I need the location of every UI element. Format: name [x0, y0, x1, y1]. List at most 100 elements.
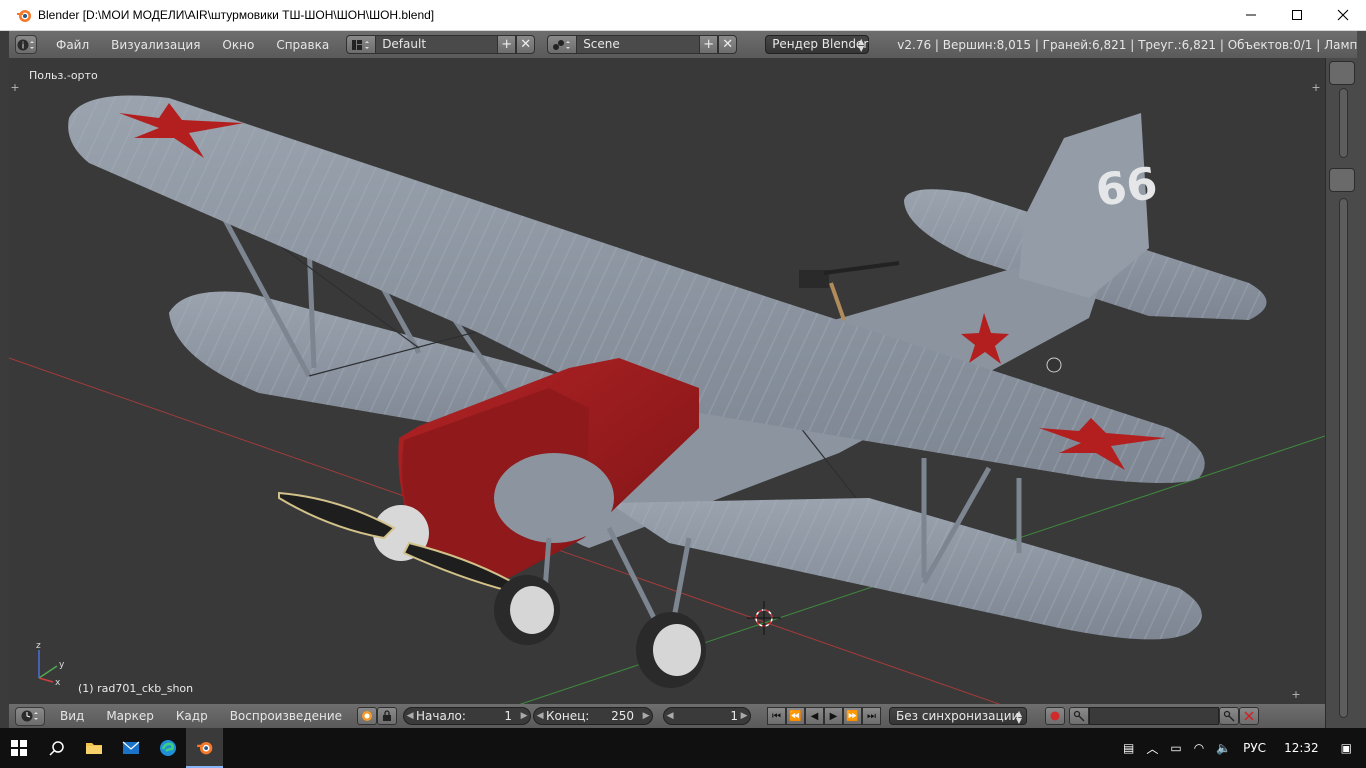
increment-arrow-icon[interactable]: ▶ [738, 711, 750, 721]
editor-type-button[interactable]: i [15, 35, 37, 54]
mail-button[interactable] [112, 728, 149, 768]
svg-text:z: z [36, 641, 41, 651]
area-split-icon[interactable]: + [1291, 689, 1301, 700]
maximize-button[interactable] [1274, 0, 1320, 30]
keying-set-icon-button[interactable] [1069, 707, 1090, 725]
record-button[interactable] [1045, 707, 1066, 725]
start-frame-field[interactable]: ◀ Начало: 1 ▶ [403, 707, 532, 725]
folder-icon [85, 743, 102, 754]
show-hidden-icons-icon[interactable]: ︿ [1146, 740, 1158, 757]
svg-text:x: x [55, 678, 61, 688]
screen-layout-name[interactable]: Default [376, 35, 498, 54]
decrement-arrow-icon[interactable]: ◀ [404, 711, 416, 721]
render-engine-select[interactable]: Рендер Blender ▲ ▼ [765, 35, 870, 54]
timeline-menu-view[interactable]: Вид [49, 709, 95, 723]
jump-start-button[interactable]: ⏮ [767, 707, 787, 725]
aircraft-scene: 66 z y x [9, 95, 1325, 704]
wifi-icon[interactable]: ◠ [1194, 741, 1204, 755]
input-language[interactable]: РУС [1243, 741, 1266, 755]
prev-keyframe-icon: ⏪ [789, 710, 802, 722]
timeline-menu-marker[interactable]: Маркер [95, 709, 165, 723]
render-engine-label: Рендер Blender [772, 37, 869, 51]
play-button[interactable]: ▶ [824, 707, 844, 725]
up-down-arrows-icon: ▲ ▼ [1015, 709, 1023, 725]
insert-keyframe-button[interactable] [1219, 707, 1240, 725]
edge-browser-button[interactable] [149, 728, 186, 768]
increment-arrow-icon[interactable]: ▶ [518, 711, 530, 721]
close-button[interactable] [1320, 0, 1366, 30]
record-icon [1050, 711, 1060, 721]
properties-toggle-icon[interactable]: + [1311, 82, 1321, 93]
x-icon: ✕ [722, 37, 734, 52]
current-frame-field[interactable]: ◀ 1 ▶ [663, 707, 752, 725]
news-widget-icon[interactable]: ▤ [1123, 741, 1134, 755]
decrement-arrow-icon[interactable]: ◀ [664, 711, 676, 721]
timeline-menu-playback[interactable]: Воспроизведение [219, 709, 353, 723]
remove-layout-button[interactable]: ✕ [516, 35, 536, 54]
end-frame-value: 250 [611, 709, 635, 723]
decrement-arrow-icon[interactable]: ◀ [534, 711, 546, 721]
keying-set-field[interactable] [1089, 707, 1220, 725]
start-button[interactable] [0, 728, 38, 768]
menu-render[interactable]: Визуализация [100, 38, 211, 52]
panel-tab-top[interactable] [1329, 61, 1355, 85]
end-frame-field[interactable]: ◀ Конец: 250 ▶ [533, 707, 654, 725]
info-icon: i [17, 39, 34, 51]
window-border-strip [1357, 31, 1366, 728]
jump-end-icon: ⏭ [867, 710, 877, 722]
screen-layout-icon[interactable] [346, 35, 377, 54]
next-keyframe-button[interactable]: ⏩ [843, 707, 863, 725]
prev-keyframe-button[interactable]: ⏪ [786, 707, 806, 725]
preview-range-button[interactable] [357, 707, 378, 725]
menu-window[interactable]: Окно [211, 38, 265, 52]
play-reverse-button[interactable]: ◀ [805, 707, 825, 725]
up-down-arrows-icon: ▲ ▼ [858, 37, 865, 53]
volume-icon[interactable]: 🔈 [1216, 741, 1231, 755]
key-icon [1073, 710, 1085, 722]
right-main-wheel [636, 612, 706, 688]
window-titlebar: Blender [D:\МОИ МОДЕЛИ\AIR\штурмовики ТШ… [0, 0, 1366, 31]
lock-range-button[interactable] [377, 707, 398, 725]
clock-icon [21, 710, 38, 722]
clock[interactable]: 12:32 [1284, 741, 1319, 755]
timeline-menu-frame[interactable]: Кадр [165, 709, 219, 723]
playback-controls: ⏮ ⏪ ◀ ▶ ⏩ ⏭ [767, 707, 882, 725]
delete-keyframe-button[interactable] [1239, 707, 1260, 725]
start-frame-value: 1 [504, 709, 513, 723]
axis-gizmo: z y x [36, 641, 65, 688]
jump-start-icon: ⏮ [772, 710, 782, 722]
search-icon [48, 741, 64, 756]
scene-icon[interactable] [547, 35, 578, 54]
3d-viewport[interactable]: 66 z y x Польз.-орто (1) rad701_ckb_shon… [9, 58, 1325, 704]
plus-icon: + [703, 37, 715, 52]
propeller-blade [278, 491, 396, 540]
add-scene-button[interactable]: + [699, 35, 719, 54]
jump-end-button[interactable]: ⏭ [862, 707, 882, 725]
search-button[interactable] [38, 728, 75, 768]
minimize-icon [1246, 14, 1256, 16]
minimize-button[interactable] [1228, 0, 1274, 30]
scene-name[interactable]: Scene [577, 35, 700, 54]
panel-scrollbar-top[interactable] [1339, 88, 1348, 158]
blender-taskbar-button[interactable] [186, 728, 223, 768]
x-icon: ✕ [520, 37, 532, 52]
battery-icon[interactable]: ▭ [1170, 741, 1181, 755]
end-frame-label: Конец: [546, 709, 590, 723]
notifications-icon[interactable]: ▣ [1341, 741, 1352, 755]
menu-file[interactable]: Файл [45, 38, 100, 52]
panel-scrollbar-bottom[interactable] [1339, 198, 1348, 718]
panel-tab-bottom[interactable] [1329, 168, 1355, 192]
file-explorer-button[interactable] [75, 728, 112, 768]
blender-logo-icon [196, 741, 212, 755]
toolshelf-toggle-icon[interactable]: + [10, 82, 20, 93]
remove-scene-button[interactable]: ✕ [718, 35, 738, 54]
menu-help[interactable]: Справка [265, 38, 340, 52]
sync-mode-select[interactable]: Без синхронизации ▲ ▼ [889, 707, 1028, 725]
add-layout-button[interactable]: + [497, 35, 517, 54]
timeline-header: Вид Маркер Кадр Воспроизведение ◀ Начало… [9, 704, 1325, 728]
timeline-editor-type-button[interactable] [15, 706, 45, 726]
left-main-wheel [494, 575, 560, 645]
window-title: Blender [D:\МОИ МОДЕЛИ\AIR\штурмовики ТШ… [38, 8, 435, 22]
increment-arrow-icon[interactable]: ▶ [640, 711, 652, 721]
current-frame-value: 1 [730, 709, 739, 723]
